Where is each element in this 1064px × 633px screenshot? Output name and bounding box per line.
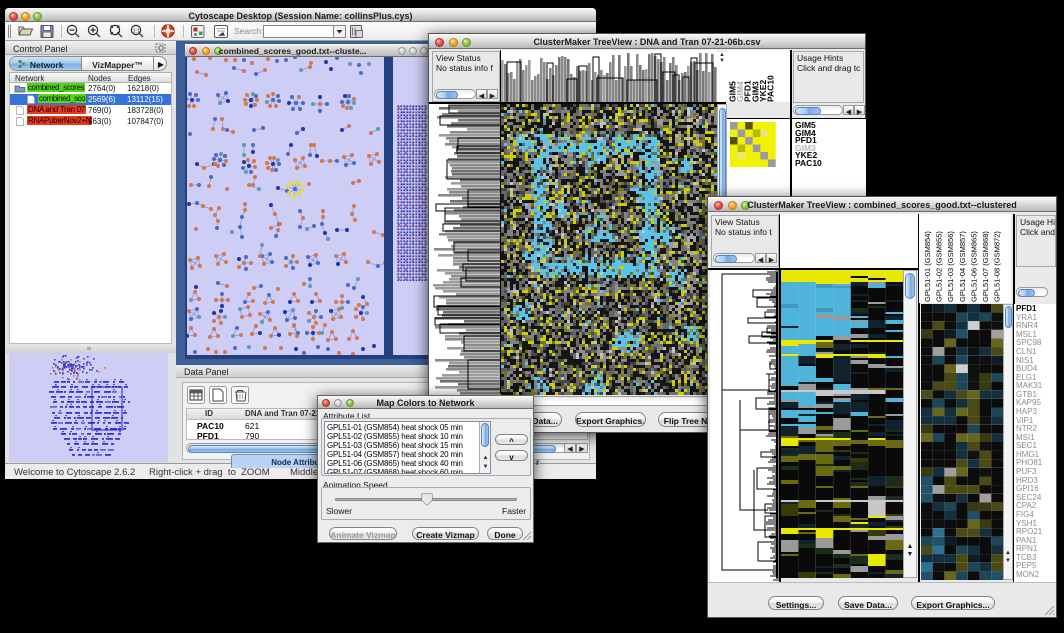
svg-text:GPL51-07 (GSM868): GPL51-07 (GSM868) <box>981 231 990 302</box>
svg-text:GPL51-01 (GSM854): GPL51-01 (GSM854) <box>923 231 932 302</box>
svg-text:Search:: Search: <box>234 26 263 36</box>
svg-text:GPL51-06 (GSM865): GPL51-06 (GSM865) <box>969 231 978 302</box>
svg-text:PAC10: PAC10 <box>766 75 776 102</box>
svg-text:GPL51-08 (GSM872): GPL51-08 (GSM872) <box>993 231 1002 302</box>
svg-text:1:1: 1:1 <box>133 29 140 35</box>
svg-text:GPL51-02 (GSM855): GPL51-02 (GSM855) <box>935 231 944 302</box>
svg-text:GPL51-04 (GSM857): GPL51-04 (GSM857) <box>958 231 967 302</box>
svg-text:GPL51-03 (GSM856): GPL51-03 (GSM856) <box>946 231 955 302</box>
